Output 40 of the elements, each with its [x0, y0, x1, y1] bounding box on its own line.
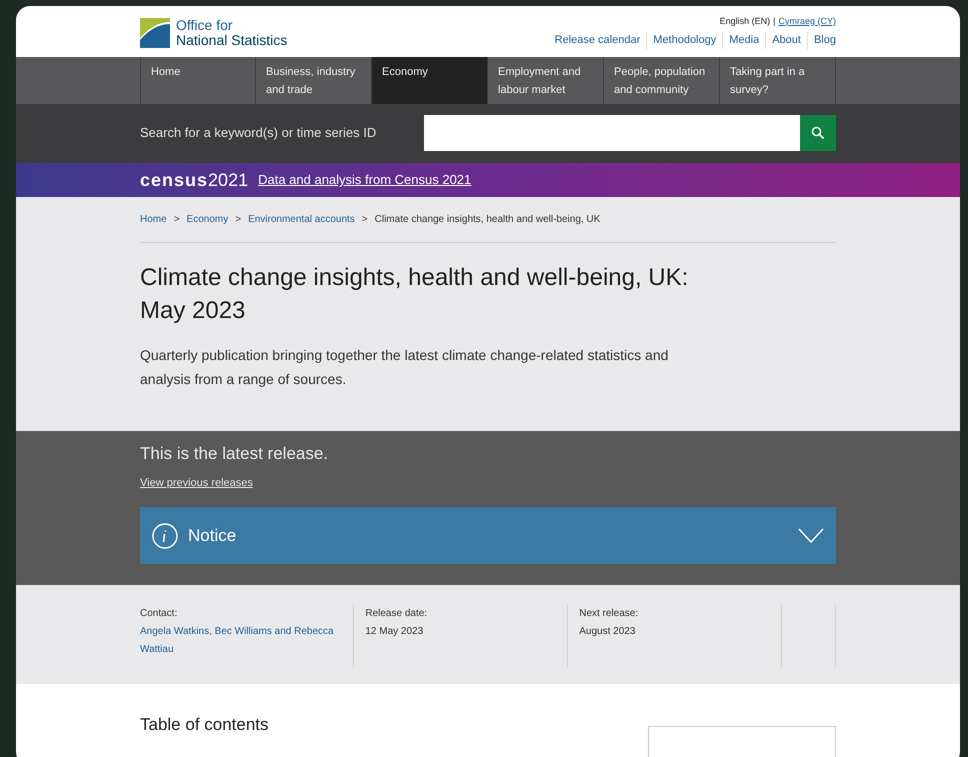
- census-logo: census2021: [140, 168, 248, 192]
- page-title: Climate change insights, health and well-being, UK: May 2023: [140, 263, 690, 326]
- breadcrumb-link[interactable]: Environmental accounts: [248, 212, 355, 228]
- nav-tab[interactable]: Economy: [372, 57, 488, 104]
- separator-text: |: [773, 14, 776, 28]
- breadcrumb-separator: >: [235, 213, 242, 228]
- logo-text: Office for: [176, 18, 234, 33]
- meta-label: Release date:: [365, 607, 428, 622]
- toc-heading: Table of contents: [140, 714, 269, 736]
- language-link[interactable]: Cymraeg (CY): [778, 14, 836, 28]
- meta-value: August 2023: [579, 625, 636, 640]
- search-label: Search for a keyword(s) or time series ID: [140, 124, 378, 142]
- contact-link[interactable]: Angela Watkins, Bec Williams and Rebecca Wattiau: [140, 623, 338, 660]
- census-link[interactable]: Data and analysis from Census 2021: [258, 170, 472, 190]
- language-label: English (EN): [720, 14, 770, 28]
- search-icon: [811, 126, 825, 140]
- header-link[interactable]: Methodology: [646, 32, 722, 49]
- breadcrumb-current: Climate change insights, health and well-being, UK: [374, 213, 600, 228]
- previous-releases-link[interactable]: View previous releases: [140, 474, 836, 492]
- search-button[interactable]: [800, 115, 836, 152]
- header-link[interactable]: Media: [722, 32, 766, 49]
- breadcrumb-link[interactable]: Home: [140, 212, 167, 228]
- chevron-icon: [798, 528, 824, 544]
- notice-toggle[interactable]: Notice: [140, 507, 836, 564]
- breadcrumb-separator: >: [362, 213, 368, 228]
- breadcrumb-separator: >: [174, 213, 180, 228]
- header-link[interactable]: About: [765, 32, 807, 49]
- meta-value: 12 May 2023: [365, 625, 424, 640]
- meta-label: Contact:: [140, 607, 178, 622]
- search-field[interactable]: [424, 115, 800, 152]
- info-icon: [152, 522, 178, 549]
- header-link[interactable]: Blog: [806, 32, 836, 49]
- breadcrumb-link[interactable]: Economy: [186, 212, 228, 228]
- release-status: This is the latest release.: [140, 443, 330, 466]
- page-summary: Quarterly publication bringing together the latest climate change-related statistics and analysis from a range of sources.: [140, 346, 670, 390]
- logo-text: National Statistics: [176, 32, 288, 48]
- nav-tab[interactable]: Home: [140, 57, 256, 104]
- ons-logo-icon: [140, 18, 170, 48]
- meta-label: Next release:: [579, 607, 640, 622]
- header-link[interactable]: Release calendar: [554, 32, 646, 49]
